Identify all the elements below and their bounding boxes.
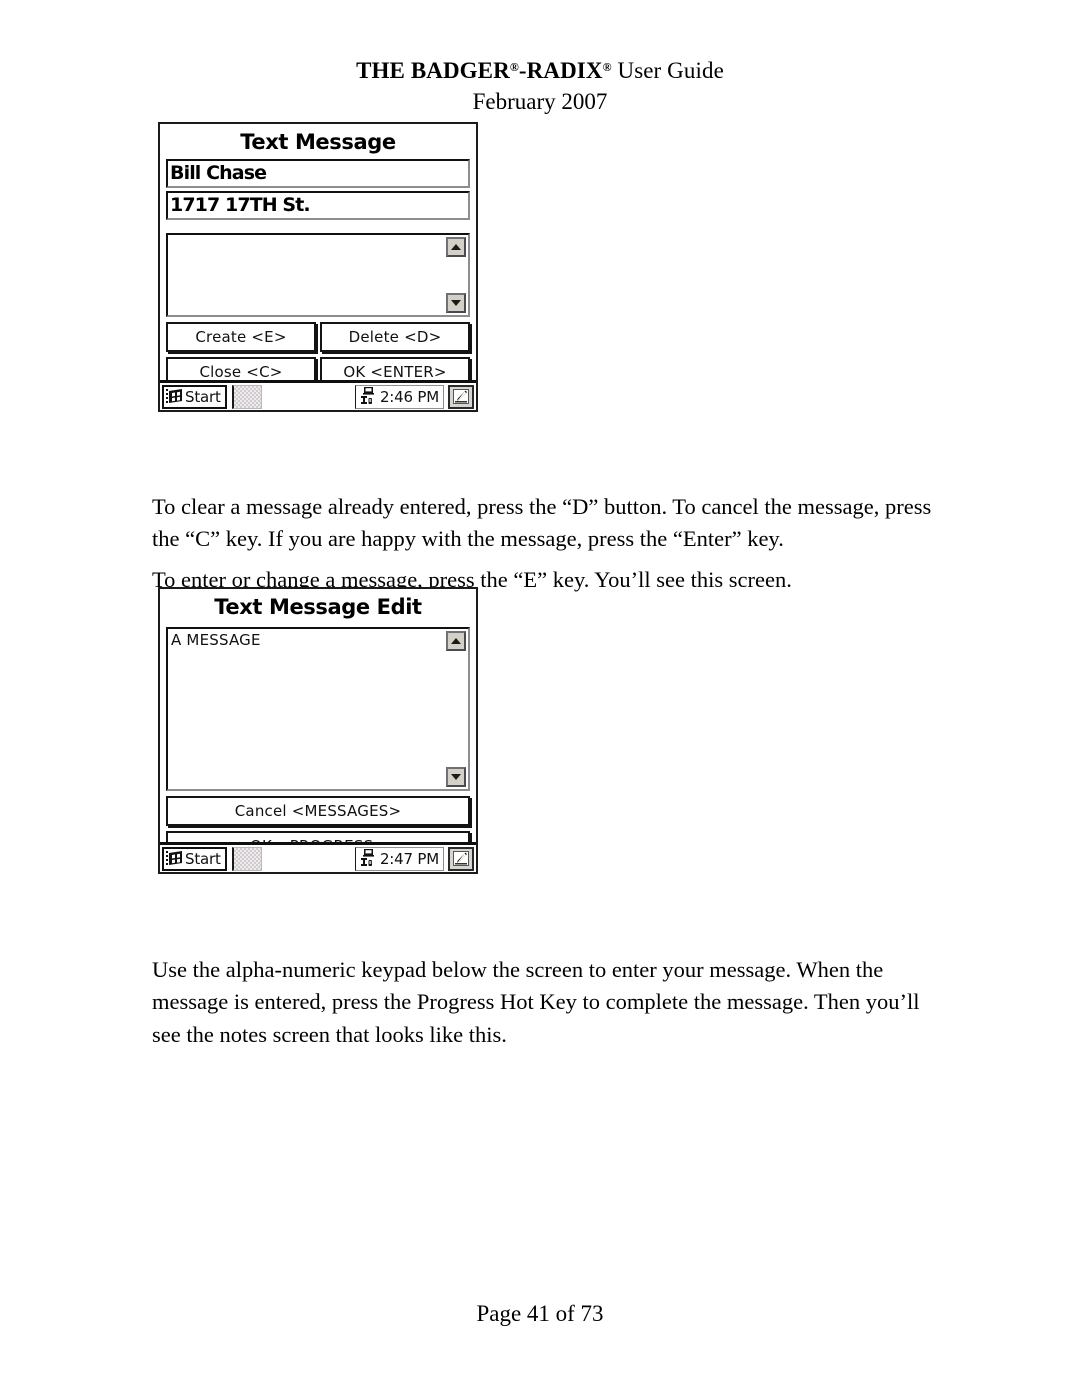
pen-icon <box>453 851 469 866</box>
taskbar: Start 2:47 PM <box>160 842 476 872</box>
text-message-body: Bill Chase 1717 17TH St. Create <E> Dele… <box>160 159 476 387</box>
delete-button[interactable]: Delete <D> <box>320 322 470 352</box>
window-title-text-message: Text Message <box>240 130 396 154</box>
button-row-primary: Create <E> Delete <D> <box>166 322 470 352</box>
windows-ce-flag-icon <box>166 389 182 403</box>
taskbar-task-slot[interactable] <box>231 846 262 871</box>
recipient-name-value: Bill Chase <box>170 162 267 184</box>
message-edit-textarea[interactable]: A MESSAGE <box>166 627 470 791</box>
message-body-value <box>168 235 446 315</box>
start-button[interactable]: Start <box>162 384 227 409</box>
start-button[interactable]: Start <box>162 846 227 871</box>
network-connection-icon <box>360 849 374 866</box>
page-header: THE BADGER®-RADIX® User Guide February 2… <box>0 56 1080 118</box>
paragraph-clear-message: To clear a message already entered, pres… <box>152 493 932 552</box>
window-title-text-message-edit: Text Message Edit <box>214 595 422 619</box>
message-edit-value: A MESSAGE <box>171 631 261 649</box>
cancel-messages-button[interactable]: Cancel <MESSAGES> <box>166 796 470 826</box>
chevron-down-icon <box>451 774 461 780</box>
button-row-cancel: Cancel <MESSAGES> <box>166 796 470 826</box>
taskbar: Start 2:46 PM <box>160 380 476 410</box>
start-button-label: Start <box>185 387 221 406</box>
system-tray[interactable]: 2:47 PM <box>354 846 444 871</box>
chevron-down-icon <box>451 300 461 306</box>
pen-icon <box>453 389 469 404</box>
start-button-label: Start <box>185 849 221 868</box>
text-message-edit-body: A MESSAGE Cancel <MESSAGES> OK <PROGRESS… <box>160 627 476 861</box>
document-title-suffix: User Guide <box>611 58 724 83</box>
system-tray[interactable]: 2:46 PM <box>354 384 444 409</box>
paragraph-keypad-instructions: Use the alpha-numeric keypad below the s… <box>152 956 920 1048</box>
stylus-input-panel-button[interactable] <box>448 384 474 409</box>
registered-trademark-icon: ® <box>509 60 519 74</box>
recipient-name-field[interactable]: Bill Chase <box>166 159 470 188</box>
recipient-address-value: 1717 17TH St. <box>170 194 311 216</box>
registered-trademark-icon-2: ® <box>602 60 612 74</box>
scroll-down-button[interactable] <box>446 293 466 313</box>
windows-ce-flag-icon <box>166 851 182 865</box>
chevron-up-icon <box>451 244 461 250</box>
screenshot-text-message: Text Message Bill Chase 1717 17TH St. Cr… <box>158 122 478 412</box>
create-button[interactable]: Create <E> <box>166 322 316 352</box>
clock-label: 2:46 PM <box>379 387 439 406</box>
scroll-up-button[interactable] <box>446 237 466 257</box>
document-date: February 2007 <box>472 89 608 115</box>
scroll-up-button[interactable] <box>446 631 466 651</box>
document-title-brand: THE BADGER <box>356 58 510 83</box>
scroll-down-button[interactable] <box>446 767 466 787</box>
document-title-product: -RADIX <box>518 58 603 83</box>
message-edit-scrollbar[interactable] <box>446 629 468 789</box>
screenshot-text-message-edit: Text Message Edit A MESSAGE Cancel <MESS… <box>158 587 478 874</box>
document-title: THE BADGER®-RADIX® User Guide <box>0 56 1080 86</box>
recipient-address-field[interactable]: 1717 17TH St. <box>166 191 470 220</box>
clock-label: 2:47 PM <box>379 849 439 868</box>
stylus-input-panel-button[interactable] <box>448 846 474 871</box>
page-footer: Page 41 of 73 <box>0 1301 1080 1327</box>
page-number-label: Page 41 of 73 <box>476 1301 604 1326</box>
message-body-textarea[interactable] <box>166 233 470 317</box>
network-connection-icon <box>360 387 374 404</box>
chevron-up-icon <box>451 638 461 644</box>
taskbar-task-slot[interactable] <box>231 384 262 409</box>
message-scrollbar[interactable] <box>446 235 468 315</box>
